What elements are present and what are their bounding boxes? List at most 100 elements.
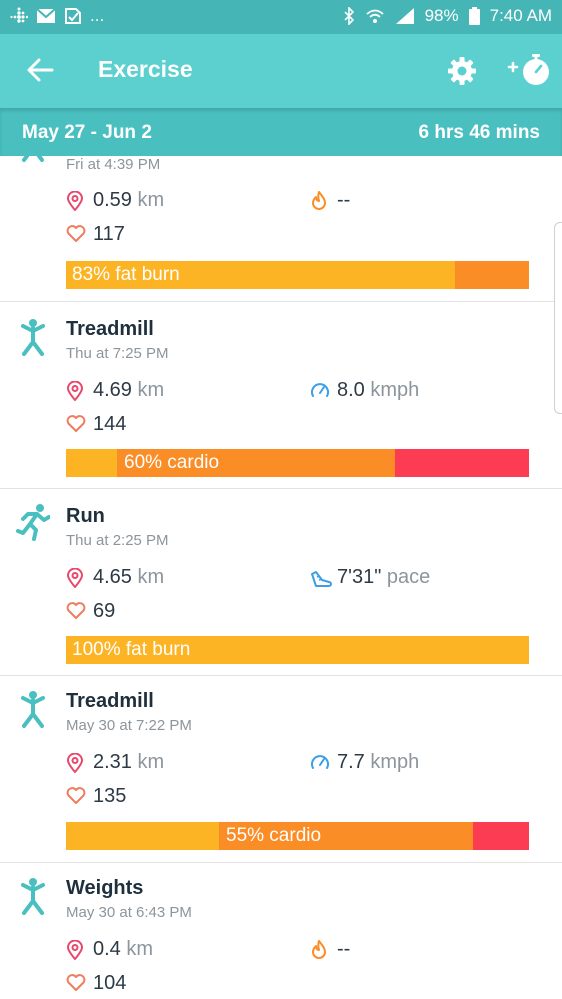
speed-unit: kmph (370, 751, 420, 773)
distance-stat: 0.4 km (66, 938, 153, 961)
heart-icon (66, 225, 86, 242)
speed-unit: kmph (370, 379, 420, 401)
distance-value: 4.69 (93, 379, 132, 401)
distance-value: 2.31 (93, 751, 132, 773)
shoe-icon (311, 571, 332, 587)
heart-icon (66, 415, 86, 432)
heart-icon (66, 602, 86, 619)
distance-stat: 4.65 km (66, 566, 164, 589)
heart-icon (66, 787, 86, 804)
total-duration: 6 hrs 46 mins (418, 122, 540, 143)
distance-stat: 4.69 km (66, 379, 164, 402)
pace-value: 7'31" (337, 566, 382, 588)
scroll-indicator[interactable] (554, 222, 562, 414)
pace-stat: 7'31" pace (310, 566, 430, 589)
status-more: ... (90, 6, 105, 25)
distance-value: 0.59 (93, 189, 132, 211)
battery-icon (468, 7, 480, 25)
status-left-icons: ... (10, 6, 104, 26)
calories-value: -- (337, 938, 351, 960)
speed-stat: 8.0 kmph (310, 379, 419, 402)
activity-time: Fri at 4:39 PM (66, 156, 161, 173)
activity-name: Run (66, 505, 105, 527)
heart-zone-bar: 60% cardio (66, 449, 529, 477)
fat-burn-segment (66, 449, 117, 477)
heart-rate-stat: 144 (66, 413, 126, 436)
date-range[interactable]: May 27 - Jun 2 (22, 122, 152, 144)
fat-burn-segment (66, 822, 219, 850)
app-bar: Exercise (0, 34, 562, 108)
location-pin-icon (66, 191, 84, 211)
gear-icon[interactable] (447, 56, 477, 86)
activity-name: Treadmill (66, 690, 154, 712)
heart-zone-bar: 100% fat burn (66, 636, 529, 664)
speedometer-icon (311, 383, 329, 397)
status-time: 7:40 AM (489, 6, 552, 25)
distance-unit: km (126, 938, 154, 960)
run-icon (16, 504, 50, 541)
cardio-segment (454, 261, 529, 289)
distance-value: 4.65 (93, 566, 132, 588)
battery-percent: 98% (424, 6, 459, 25)
weights-icon (21, 878, 45, 915)
mail-icon (36, 8, 56, 23)
heart-zone-bar: 55% cardio (66, 822, 529, 850)
back-arrow-icon[interactable] (26, 56, 54, 84)
treadmill-icon (21, 691, 45, 728)
speed-value: 7.7 (337, 751, 365, 773)
status-bar: ... 98% 7:40 AM (0, 0, 562, 34)
calories-value: -- (337, 189, 351, 211)
distance-value: 0.4 (93, 938, 121, 960)
speedometer-icon (311, 755, 329, 769)
location-pin-icon (66, 568, 84, 588)
distance-unit: km (137, 189, 165, 211)
date-range-bar: May 27 - Jun 2 6 hrs 46 mins (0, 108, 562, 156)
heart-rate-stat: 135 (66, 785, 126, 808)
activity-item[interactable]: Treadmill May 30 at 7:22 PM 2.31 km 7.7 … (0, 676, 562, 863)
heart-rate-stat: 104 (66, 972, 126, 995)
signal-icon (395, 8, 414, 24)
location-pin-icon (66, 940, 84, 960)
location-pin-icon (66, 381, 84, 401)
activity-item[interactable]: Treadmill Thu at 7:25 PM 4.69 km 8.0 kmp… (0, 302, 562, 489)
page-title: Exercise (98, 56, 193, 82)
activity-name: Weights (66, 877, 144, 899)
heart-rate-stat: 117 (66, 223, 125, 246)
heart-zone-bar: 83% fat burn (66, 261, 529, 289)
heart-rate-stat: 69 (66, 600, 115, 623)
calories-stat: -- (310, 189, 350, 212)
distance-stat: 2.31 km (66, 751, 164, 774)
wifi-icon (366, 9, 384, 23)
heart-zone-label: 55% cardio (226, 825, 322, 846)
activity-item[interactable]: Run Thu at 2:25 PM 4.65 km 7'31" pace 69 (0, 489, 562, 676)
activity-time: Thu at 2:25 PM (66, 532, 169, 549)
peak-segment (473, 822, 529, 850)
speed-value: 8.0 (337, 379, 365, 401)
heart-zone-label: 100% fat burn (72, 639, 191, 660)
distance-unit: km (137, 566, 165, 588)
activity-time: May 30 at 6:43 PM (66, 904, 192, 921)
flame-icon (312, 191, 326, 210)
activity-time: May 30 at 7:22 PM (66, 717, 192, 734)
bluetooth-icon (344, 7, 354, 25)
fitbit-icon (10, 7, 28, 23)
activity-time: Thu at 7:25 PM (66, 345, 169, 362)
location-pin-icon (66, 753, 84, 773)
heart-zone-label: 60% cardio (124, 452, 220, 473)
speed-stat: 7.7 kmph (310, 751, 419, 774)
checklist-icon (65, 8, 81, 24)
distance-unit: km (137, 751, 165, 773)
activity-item[interactable]: Weights May 30 at 6:43 PM 0.4 km -- 104 (0, 863, 562, 999)
add-exercise-timer-icon[interactable] (507, 50, 551, 90)
heart-zone-label: 83% fat burn (72, 264, 180, 285)
walk-icon (22, 156, 44, 162)
heart-icon (66, 974, 86, 991)
activity-item[interactable]: Fri at 4:39 PM 0.59 km -- 117 83% fat bu… (0, 156, 562, 302)
flame-icon (312, 940, 326, 959)
treadmill-icon (21, 319, 45, 356)
activity-list[interactable]: Fri at 4:39 PM 0.59 km -- 117 83% fat bu… (0, 156, 562, 999)
calories-stat: -- (310, 938, 350, 961)
status-right: 98% 7:40 AM (343, 6, 552, 26)
activity-name: Treadmill (66, 318, 154, 340)
distance-unit: km (137, 379, 165, 401)
